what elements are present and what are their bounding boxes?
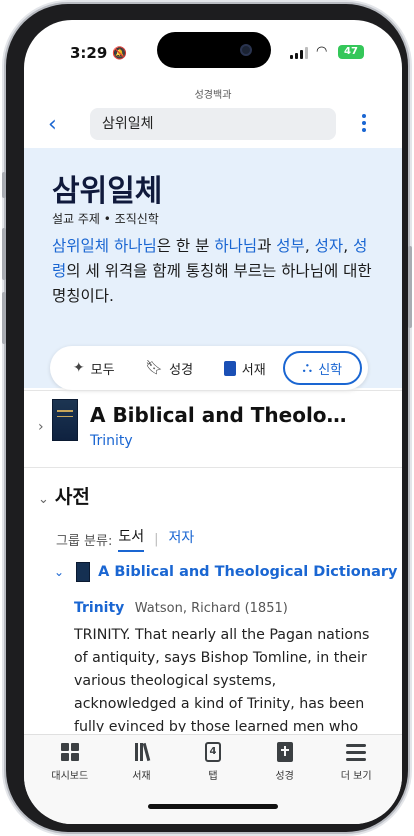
topic-hero: 삼위일체 설교 주제 • 조직신학 삼위일체 하나님은 한 분 하나님과 성부,… bbox=[24, 148, 402, 390]
entry-term-link[interactable]: Trinity bbox=[74, 600, 124, 616]
entry-author: Watson, Richard (1851) bbox=[134, 601, 288, 616]
topic-subtitle: 설교 주제 • 조직신학 bbox=[52, 212, 159, 226]
back-chevron-icon[interactable]: ‹ bbox=[48, 112, 57, 137]
definition-text-4: , bbox=[343, 237, 354, 255]
tab-tabs[interactable]: 4 탭 bbox=[177, 741, 249, 824]
dashboard-icon bbox=[60, 743, 79, 761]
group-by-label: 그룹 분류: bbox=[56, 533, 113, 549]
volume-up-button bbox=[2, 228, 6, 280]
book-cover bbox=[52, 399, 78, 441]
more-options-icon[interactable] bbox=[362, 114, 368, 132]
chevron-right-icon[interactable]: › bbox=[38, 419, 44, 435]
tab-label: 더 보기 bbox=[340, 771, 372, 782]
link-father[interactable]: 성부 bbox=[276, 237, 305, 255]
library-icon bbox=[134, 742, 151, 762]
entry-meta: Trinity Watson, Richard (1851) bbox=[74, 600, 288, 616]
tab-library[interactable]: 서재 bbox=[106, 741, 178, 824]
dictionary-entry-header[interactable]: ⌄ A Biblical and Theological Dictionary bbox=[54, 562, 397, 582]
filter-bible[interactable]: 🔖︎ 성경 bbox=[132, 351, 208, 385]
definition-text-3: , bbox=[304, 237, 315, 255]
power-button bbox=[408, 246, 412, 328]
filter-all[interactable]: ✦ 모두 bbox=[56, 351, 132, 385]
link-triune-god[interactable]: 삼위일체 하나님 bbox=[52, 237, 157, 255]
tab-more[interactable]: 더 보기 bbox=[320, 741, 392, 824]
book-title[interactable]: A Biblical and Theolo… bbox=[90, 403, 347, 427]
entry-excerpt[interactable]: TRINITY. That nearly all the Pagan natio… bbox=[74, 624, 374, 732]
definition-text-2: 과 bbox=[257, 237, 277, 255]
battery-icon: 47 bbox=[338, 45, 364, 59]
book-icon bbox=[223, 360, 236, 376]
screen: 3:29 🔕 ◠ 47 성경백과 ‹ 삼위일체 삼위일체 설교 주제 • 조직신… bbox=[24, 20, 402, 824]
top-bar: ‹ 삼위일체 bbox=[24, 104, 402, 146]
bible-icon bbox=[276, 742, 293, 762]
book-card[interactable]: › A Biblical and Theolo… Trinity bbox=[24, 390, 402, 468]
silent-bell-icon: 🔕 bbox=[112, 46, 127, 60]
filter-label: 서재 bbox=[241, 362, 266, 378]
status-time: 3:29 bbox=[70, 44, 108, 62]
section-title: 사전 bbox=[54, 486, 90, 508]
divider: | bbox=[154, 531, 159, 547]
group-by-row: 그룹 분류: 도서 | 저자 bbox=[56, 526, 194, 552]
group-tab-book[interactable]: 도서 bbox=[118, 526, 145, 552]
dictionary-title[interactable]: A Biblical and Theological Dictionary bbox=[98, 564, 397, 580]
definition-text-1: 은 한 분 bbox=[156, 237, 215, 255]
filter-chips: ✦ 모두 🔖︎ 성경 서재 ⛬ 신학 bbox=[50, 346, 368, 390]
chevron-down-icon[interactable]: ⌄ bbox=[54, 565, 64, 579]
silent-switch bbox=[2, 172, 6, 198]
filter-theology[interactable]: ⛬ 신학 bbox=[282, 351, 362, 385]
sparkle-icon: ✦ bbox=[72, 360, 85, 376]
volume-down-button bbox=[2, 292, 6, 344]
phone-frame: 3:29 🔕 ◠ 47 성경백과 ‹ 삼위일체 삼위일체 설교 주제 • 조직신… bbox=[6, 4, 408, 832]
filter-library[interactable]: 서재 bbox=[207, 351, 283, 385]
topic-title: 삼위일체 bbox=[52, 174, 163, 209]
group-tab-author[interactable]: 저자 bbox=[169, 527, 195, 551]
tab-label: 서재 bbox=[132, 771, 151, 782]
tab-bible[interactable]: 성경 bbox=[249, 741, 321, 824]
camera-icon bbox=[240, 44, 252, 56]
link-son[interactable]: 성자 bbox=[315, 237, 344, 255]
wifi-icon: ◠ bbox=[316, 44, 328, 59]
tab-dashboard[interactable]: 대시보드 bbox=[34, 741, 106, 824]
bookmark-icon: 🔖︎ bbox=[145, 360, 164, 376]
tabs-icon: 4 bbox=[204, 742, 221, 762]
tab-label: 대시보드 bbox=[51, 771, 89, 782]
cellular-signal-icon bbox=[290, 47, 308, 59]
tab-label: 탭 bbox=[208, 771, 218, 782]
chevron-down-icon[interactable]: ⌄ bbox=[38, 492, 49, 507]
tab-label: 성경 bbox=[275, 771, 294, 782]
book-cover-thumb bbox=[76, 562, 91, 582]
status-bar: 3:29 🔕 ◠ 47 bbox=[24, 20, 402, 76]
search-field[interactable]: 삼위일체 bbox=[90, 108, 336, 140]
section-dictionary[interactable]: ⌄ 사전 bbox=[38, 482, 90, 509]
topic-definition: 삼위일체 하나님은 한 분 하나님과 성부, 성자, 성령의 세 위격을 함께 … bbox=[52, 234, 372, 309]
bottom-tab-bar: 대시보드 서재 4 탭 성경 더 보기 bbox=[24, 734, 402, 824]
dynamic-island bbox=[157, 32, 271, 68]
network-icon: ⛬ bbox=[302, 360, 313, 376]
home-indicator[interactable] bbox=[148, 804, 278, 809]
menu-icon bbox=[346, 743, 367, 761]
book-article-link[interactable]: Trinity bbox=[90, 433, 133, 449]
filter-label: 모두 bbox=[90, 362, 115, 378]
filter-label: 신학 bbox=[318, 362, 343, 378]
filter-label: 성경 bbox=[169, 362, 194, 378]
definition-text-5: 의 세 위격을 함께 통칭해 부르는 하나님에 대한 명칭이다. bbox=[52, 262, 372, 305]
app-title: 성경백과 bbox=[194, 90, 232, 101]
link-god[interactable]: 하나님 bbox=[214, 237, 257, 255]
